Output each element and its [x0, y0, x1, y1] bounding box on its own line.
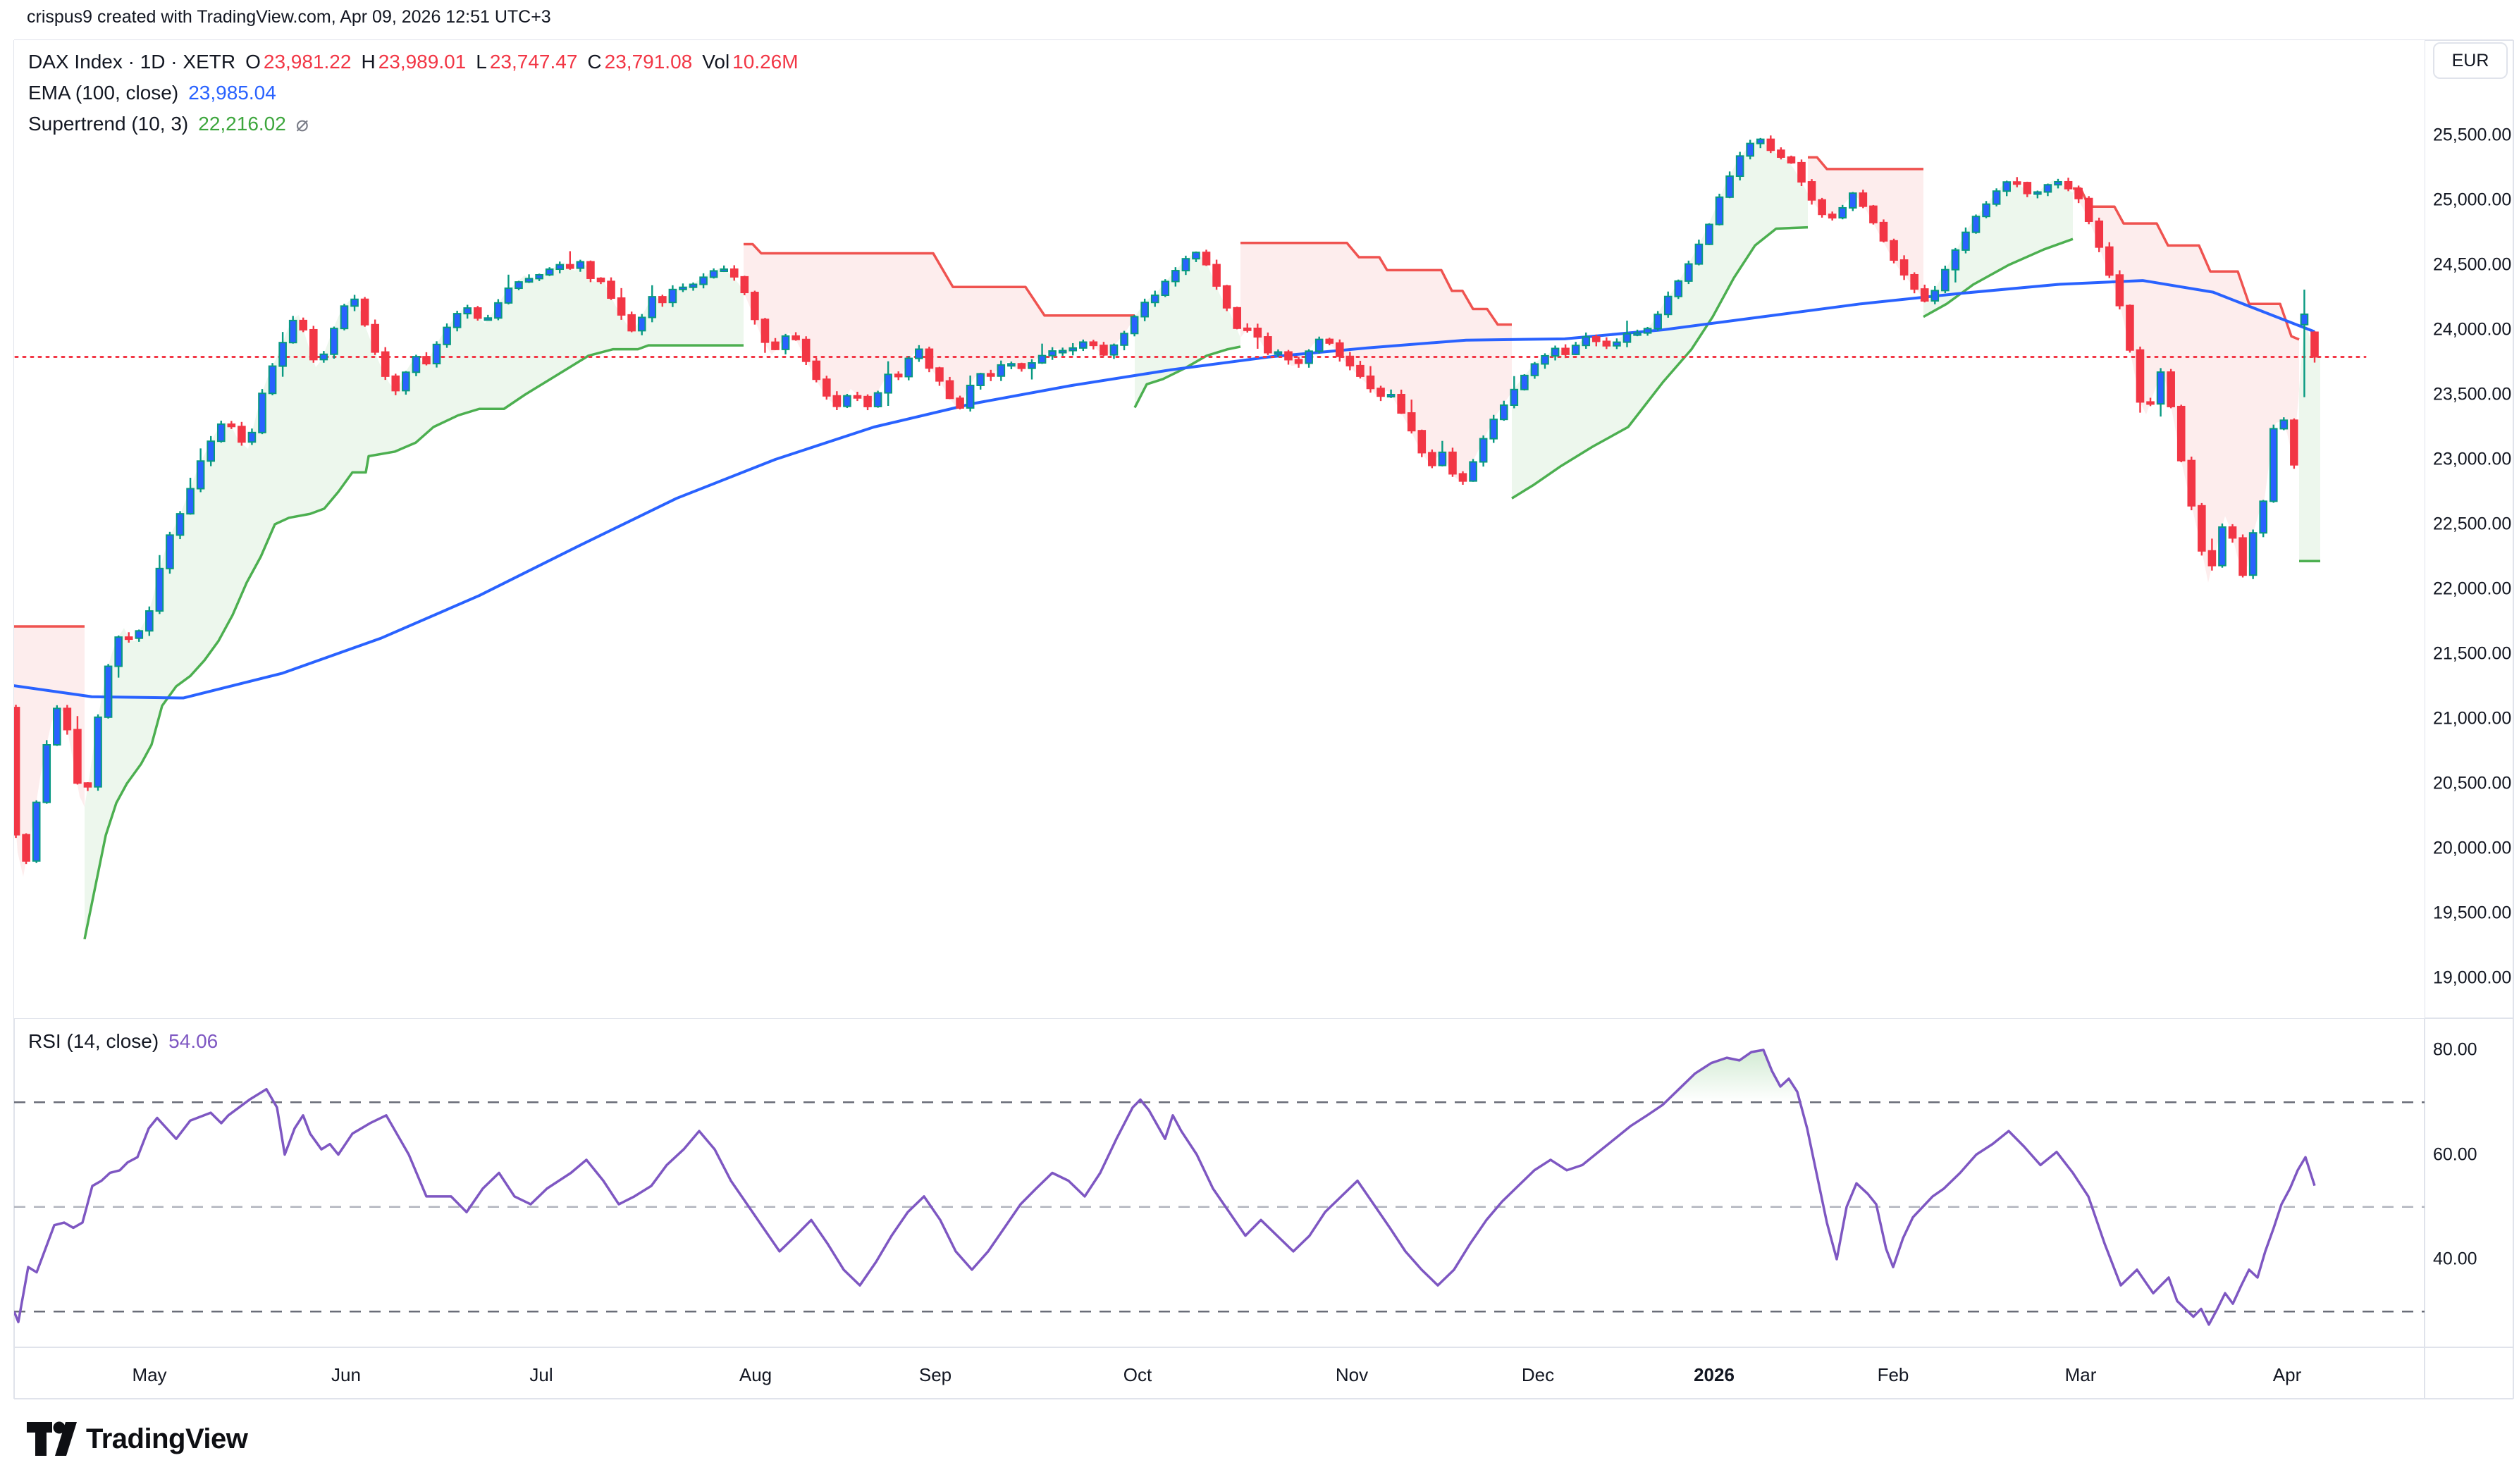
- price-tick-label: 19,500.00: [2433, 903, 2511, 924]
- symbol-legend-row[interactable]: DAX Index · 1D · XETR O23,981.22 H23,989…: [28, 47, 799, 78]
- ema-legend-row[interactable]: EMA (100, close) 23,985.04: [28, 78, 799, 109]
- price-tick-label: 22,000.00: [2433, 579, 2511, 600]
- rsi-value: 54.06: [168, 1030, 218, 1053]
- time-tick-label-may: May: [132, 1364, 166, 1386]
- rsi-tick-label: 60.00: [2433, 1144, 2477, 1165]
- price-tick-label: 23,500.00: [2433, 385, 2511, 405]
- ohlc-close: C23,791.08: [587, 51, 692, 73]
- ohlc-open: O23,981.22: [245, 51, 351, 73]
- time-tick-label-apr: Apr: [2273, 1364, 2301, 1386]
- symbol-title: DAX Index · 1D · XETR: [28, 51, 235, 73]
- rsi-tick-label: 80.00: [2433, 1040, 2477, 1061]
- rsi-pane[interactable]: [14, 1050, 2425, 1325]
- supertrend-label: Supertrend (10, 3): [28, 113, 188, 135]
- time-tick-label-mar: Mar: [2065, 1364, 2097, 1386]
- tradingview-logo-icon: [27, 1419, 78, 1459]
- rsi-legend-row[interactable]: RSI (14, close) 54.06: [28, 1026, 218, 1057]
- tradingview-logo-text: TradingView: [86, 1423, 247, 1455]
- price-tick-label: 20,000.00: [2433, 839, 2511, 859]
- price-tick-label: 24,000.00: [2433, 320, 2511, 340]
- ema-value: 23,985.04: [188, 82, 276, 104]
- price-tick-label: 25,500.00: [2433, 125, 2511, 146]
- price-tick-label: 25,000.00: [2433, 190, 2511, 211]
- price-tick-label: 22,500.00: [2433, 514, 2511, 535]
- price-tick-label: 24,500.00: [2433, 255, 2511, 276]
- price-tick-label: 19,000.00: [2433, 968, 2511, 989]
- supertrend-legend-row[interactable]: Supertrend (10, 3) 22,216.02 ⌀: [28, 109, 799, 140]
- price-tick-label: 21,000.00: [2433, 709, 2511, 729]
- main-legend: DAX Index · 1D · XETR O23,981.22 H23,989…: [28, 47, 799, 140]
- ema-label: EMA (100, close): [28, 82, 178, 104]
- volume-value: Vol10.26M: [702, 51, 798, 73]
- price-tick-label: 21,500.00: [2433, 644, 2511, 664]
- ohlc-high: H23,989.01: [361, 51, 466, 73]
- time-tick-label-oct: Oct: [1123, 1364, 1152, 1386]
- rsi-line: [14, 1050, 2315, 1325]
- currency-badge: EUR: [2433, 42, 2508, 79]
- time-tick-label-2026: 2026: [1694, 1364, 1735, 1386]
- time-tick-label-nov: Nov: [1336, 1364, 1368, 1386]
- ohlc-low: L23,747.47: [476, 51, 577, 73]
- time-tick-label-dec: Dec: [1522, 1364, 1554, 1386]
- rsi-tick-label: 40.00: [2433, 1249, 2477, 1270]
- time-tick-label-jun: Jun: [331, 1364, 361, 1386]
- supertrend-value: 22,216.02: [198, 113, 286, 135]
- time-tick-label-jul: Jul: [529, 1364, 553, 1386]
- time-tick-label-feb: Feb: [1878, 1364, 1909, 1386]
- price-tick-label: 20,500.00: [2433, 774, 2511, 794]
- tradingview-logo[interactable]: TradingView: [27, 1419, 247, 1459]
- main-price-pane[interactable]: [0, 40, 2425, 1018]
- time-tick-label-sep: Sep: [919, 1364, 951, 1386]
- price-tick-label: 23,000.00: [2433, 450, 2511, 470]
- hidden-marker-icon: ⌀: [296, 112, 309, 137]
- time-tick-label-aug: Aug: [739, 1364, 772, 1386]
- rsi-label: RSI (14, close): [28, 1030, 159, 1053]
- chart-canvas[interactable]: [0, 0, 2519, 1484]
